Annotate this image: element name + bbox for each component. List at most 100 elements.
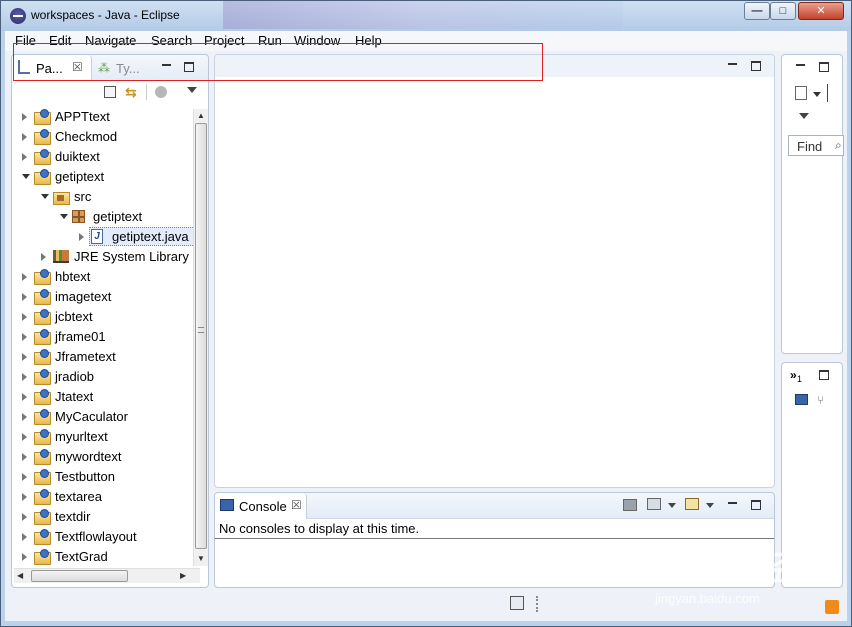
collapsed-chevron-icon[interactable] — [22, 293, 27, 301]
maximize-window-button[interactable]: □ — [770, 2, 796, 20]
close-tab-icon[interactable]: ☒ — [291, 498, 302, 512]
scroll-left-icon[interactable]: ◀ — [17, 571, 23, 580]
collapsed-chevron-icon[interactable] — [22, 393, 27, 401]
collapsed-chevron-icon[interactable] — [22, 313, 27, 321]
collapsed-chevron-icon[interactable] — [22, 493, 27, 501]
close-window-button[interactable]: ✕ — [798, 2, 844, 20]
collapsed-chevron-icon[interactable] — [41, 253, 46, 261]
find-input[interactable]: Find ⌕ — [788, 135, 844, 156]
tree-item-project[interactable]: myurltext — [12, 427, 188, 447]
tree-item-project[interactable]: jradiob — [12, 367, 188, 387]
open-console-icon[interactable] — [685, 498, 699, 510]
open-console-chevron-down-icon[interactable] — [706, 503, 714, 508]
collapse-all-icon[interactable] — [104, 86, 116, 98]
tree-item-project[interactable]: jcbtext — [12, 307, 188, 327]
maximize-console-icon[interactable] — [751, 500, 761, 510]
tab-console[interactable]: Console ☒ — [215, 493, 307, 519]
maximize-editor-icon[interactable] — [751, 61, 761, 71]
project-icon — [34, 109, 51, 125]
display-console-chevron-down-icon[interactable] — [668, 503, 676, 508]
new-task-chevron-down-icon[interactable] — [813, 92, 821, 97]
project-icon — [34, 489, 51, 505]
tree-item-package[interactable]: getiptext — [12, 207, 188, 227]
project-icon — [34, 329, 51, 345]
tree-item-label: JRE System Library — [74, 249, 189, 264]
expanded-chevron-icon[interactable] — [41, 194, 49, 199]
tree-item-label: TextGrad — [55, 549, 108, 564]
watermark: Baidu经验 — [655, 550, 825, 588]
tree-item-project[interactable]: MyCaculator — [12, 407, 188, 427]
tree-item-project[interactable]: Jtatext — [12, 387, 188, 407]
java-file-icon: J — [91, 229, 103, 244]
collapsed-chevron-icon[interactable] — [22, 473, 27, 481]
collapsed-chevron-icon[interactable] — [22, 133, 27, 141]
tree-item-project[interactable]: Testbutton — [12, 467, 188, 487]
scroll-up-icon[interactable]: ▲ — [197, 111, 205, 120]
collapsed-chevron-icon[interactable] — [22, 533, 27, 541]
maximize-outline-icon[interactable] — [819, 62, 829, 72]
tree-item-project[interactable]: TextGrad — [12, 547, 188, 567]
workbench-area: Pa... ☒ ⁂ Ty... ⇆ APPTtext Checkmod duikte… — [5, 51, 847, 621]
scroll-right-icon[interactable]: ▶ — [180, 571, 186, 580]
minimize-editor-icon[interactable] — [728, 60, 737, 65]
collapsed-chevron-icon[interactable] — [22, 513, 27, 521]
window-title: workspaces - Java - Eclipse — [31, 8, 180, 22]
tree-item-project[interactable]: Jframetext — [12, 347, 188, 367]
restore-views-icon[interactable] — [819, 370, 829, 380]
new-task-icon[interactable] — [795, 86, 807, 100]
view-menu-chevron-down-icon[interactable] — [187, 87, 197, 93]
collapsed-chevron-icon[interactable] — [22, 553, 27, 561]
collapsed-chevron-icon[interactable] — [22, 153, 27, 161]
display-console-icon[interactable] — [647, 498, 661, 510]
horizontal-scroll-thumb[interactable] — [31, 570, 128, 582]
tree-item-library[interactable]: JRE System Library — [12, 247, 189, 267]
tree-item-label: Jtatext — [55, 389, 94, 404]
git-branch-icon[interactable]: ⑂ — [817, 393, 824, 407]
collapsed-chevron-icon[interactable] — [22, 333, 27, 341]
overflow-chevron-icon[interactable]: » — [790, 368, 797, 382]
view-menu-chevron-down-icon[interactable] — [799, 113, 809, 119]
expanded-chevron-icon[interactable] — [60, 214, 68, 219]
collapsed-chevron-icon[interactable] — [22, 113, 27, 121]
title-bar: workspaces - Java - Eclipse — □ ✕ — [1, 1, 851, 31]
project-icon — [34, 349, 51, 365]
collapsed-chevron-icon[interactable] — [22, 273, 27, 281]
collapsed-chevron-icon[interactable] — [22, 373, 27, 381]
tree-item-project[interactable]: jframe01 — [12, 327, 188, 347]
minimize-outline-icon[interactable] — [796, 61, 805, 66]
collapsed-chevron-icon[interactable] — [22, 413, 27, 421]
open-perspective-icon[interactable] — [510, 596, 524, 610]
collapsed-chevron-icon[interactable] — [22, 453, 27, 461]
scroll-down-icon[interactable]: ▼ — [197, 554, 205, 563]
project-icon — [34, 409, 51, 425]
tree-item-project[interactable]: mywordtext — [12, 447, 188, 467]
tree-item-project[interactable]: imagetext — [12, 287, 188, 307]
link-with-editor-icon[interactable]: ⇆ — [125, 84, 137, 101]
minimize-window-button[interactable]: — — [744, 2, 770, 20]
tree-item-project[interactable]: textdir — [12, 507, 188, 527]
tree-item-project[interactable]: Textflowlayout — [12, 527, 188, 547]
tree-horizontal-scrollbar[interactable]: ◀ ▶ — [14, 568, 200, 583]
rss-icon[interactable] — [825, 600, 839, 614]
editor-area[interactable] — [214, 54, 775, 488]
collapsed-chevron-icon[interactable] — [22, 353, 27, 361]
pin-console-icon[interactable] — [623, 499, 637, 511]
focus-on-working-set-icon[interactable] — [155, 86, 167, 98]
tree-item-project[interactable]: textarea — [12, 487, 188, 507]
tree-vertical-scrollbar[interactable]: ▲ ▼ — [193, 109, 208, 566]
minimize-console-icon[interactable] — [728, 499, 737, 504]
collapsed-chevron-icon[interactable] — [22, 433, 27, 441]
tree-item-project[interactable]: duiktext — [12, 147, 188, 167]
tree-item-project[interactable]: APPTtext — [12, 107, 188, 127]
tree-item-source-folder[interactable]: src — [12, 187, 188, 207]
tree-item-project[interactable]: Checkmod — [12, 127, 188, 147]
tree-item-project[interactable]: getiptext — [12, 167, 188, 187]
expanded-chevron-icon[interactable] — [22, 174, 30, 179]
toolbar-separator — [827, 84, 828, 102]
tree-item-java-file[interactable]: Jgetiptext.java — [12, 227, 195, 247]
vertical-scroll-thumb[interactable] — [195, 123, 207, 549]
monitor-icon[interactable] — [795, 394, 808, 405]
collapsed-chevron-icon[interactable] — [79, 233, 84, 241]
tree-item-project[interactable]: hbtext — [12, 267, 188, 287]
project-icon — [34, 269, 51, 285]
